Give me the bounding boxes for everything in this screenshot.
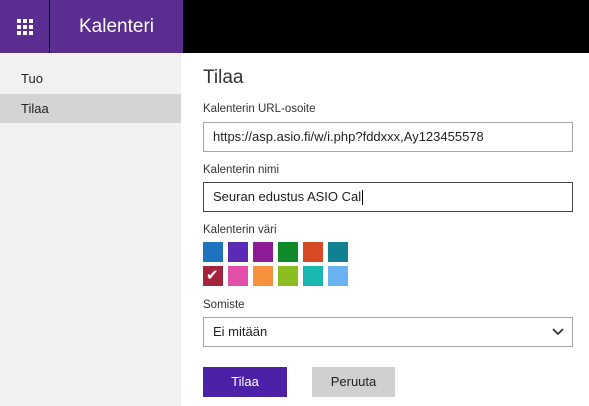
text-caret bbox=[362, 190, 364, 206]
color-swatch[interactable] bbox=[203, 242, 223, 262]
subscribe-button[interactable]: Tilaa bbox=[203, 367, 287, 397]
page-title: Tilaa bbox=[203, 67, 244, 88]
name-value: Seuran edustus ASIO Cal bbox=[213, 189, 362, 204]
waffle-icon bbox=[16, 18, 33, 35]
color-swatch[interactable] bbox=[303, 266, 323, 286]
color-swatch[interactable] bbox=[278, 242, 298, 262]
color-swatch[interactable] bbox=[228, 242, 248, 262]
color-swatch[interactable] bbox=[253, 266, 273, 286]
chevron-down-icon bbox=[552, 318, 564, 356]
charm-label: Somiste bbox=[203, 299, 245, 311]
app-launcher-button[interactable] bbox=[0, 0, 49, 53]
color-swatch[interactable] bbox=[228, 266, 248, 286]
color-swatch[interactable] bbox=[328, 266, 348, 286]
color-swatch[interactable]: ✔ bbox=[203, 266, 223, 286]
name-input[interactable]: Seuran edustus ASIO Cal bbox=[203, 182, 573, 212]
color-swatch[interactable] bbox=[303, 242, 323, 262]
sidebar: Tuo Tilaa bbox=[0, 53, 181, 406]
color-swatch[interactable] bbox=[278, 266, 298, 286]
checkmark-icon: ✔ bbox=[206, 267, 219, 284]
url-input[interactable]: https://asp.asio.fi/w/i.php?fddxxx,Ay123… bbox=[203, 122, 573, 152]
url-label: Kalenterin URL-osoite bbox=[203, 103, 316, 115]
cancel-button[interactable]: Peruuta bbox=[312, 367, 395, 397]
app-title: Kalenteri bbox=[50, 0, 183, 53]
sidebar-item-tilaa[interactable]: Tilaa bbox=[0, 94, 181, 123]
name-label: Kalenterin nimi bbox=[203, 164, 280, 176]
color-swatch[interactable] bbox=[253, 242, 273, 262]
color-swatch[interactable] bbox=[328, 242, 348, 262]
color-label: Kalenterin väri bbox=[203, 224, 277, 236]
charm-value: Ei mitään bbox=[213, 324, 268, 339]
url-value: https://asp.asio.fi/w/i.php?fddxxx,Ay123… bbox=[213, 129, 484, 144]
sidebar-item-tuo[interactable]: Tuo bbox=[0, 64, 181, 93]
charm-select[interactable]: Ei mitään bbox=[203, 317, 573, 347]
